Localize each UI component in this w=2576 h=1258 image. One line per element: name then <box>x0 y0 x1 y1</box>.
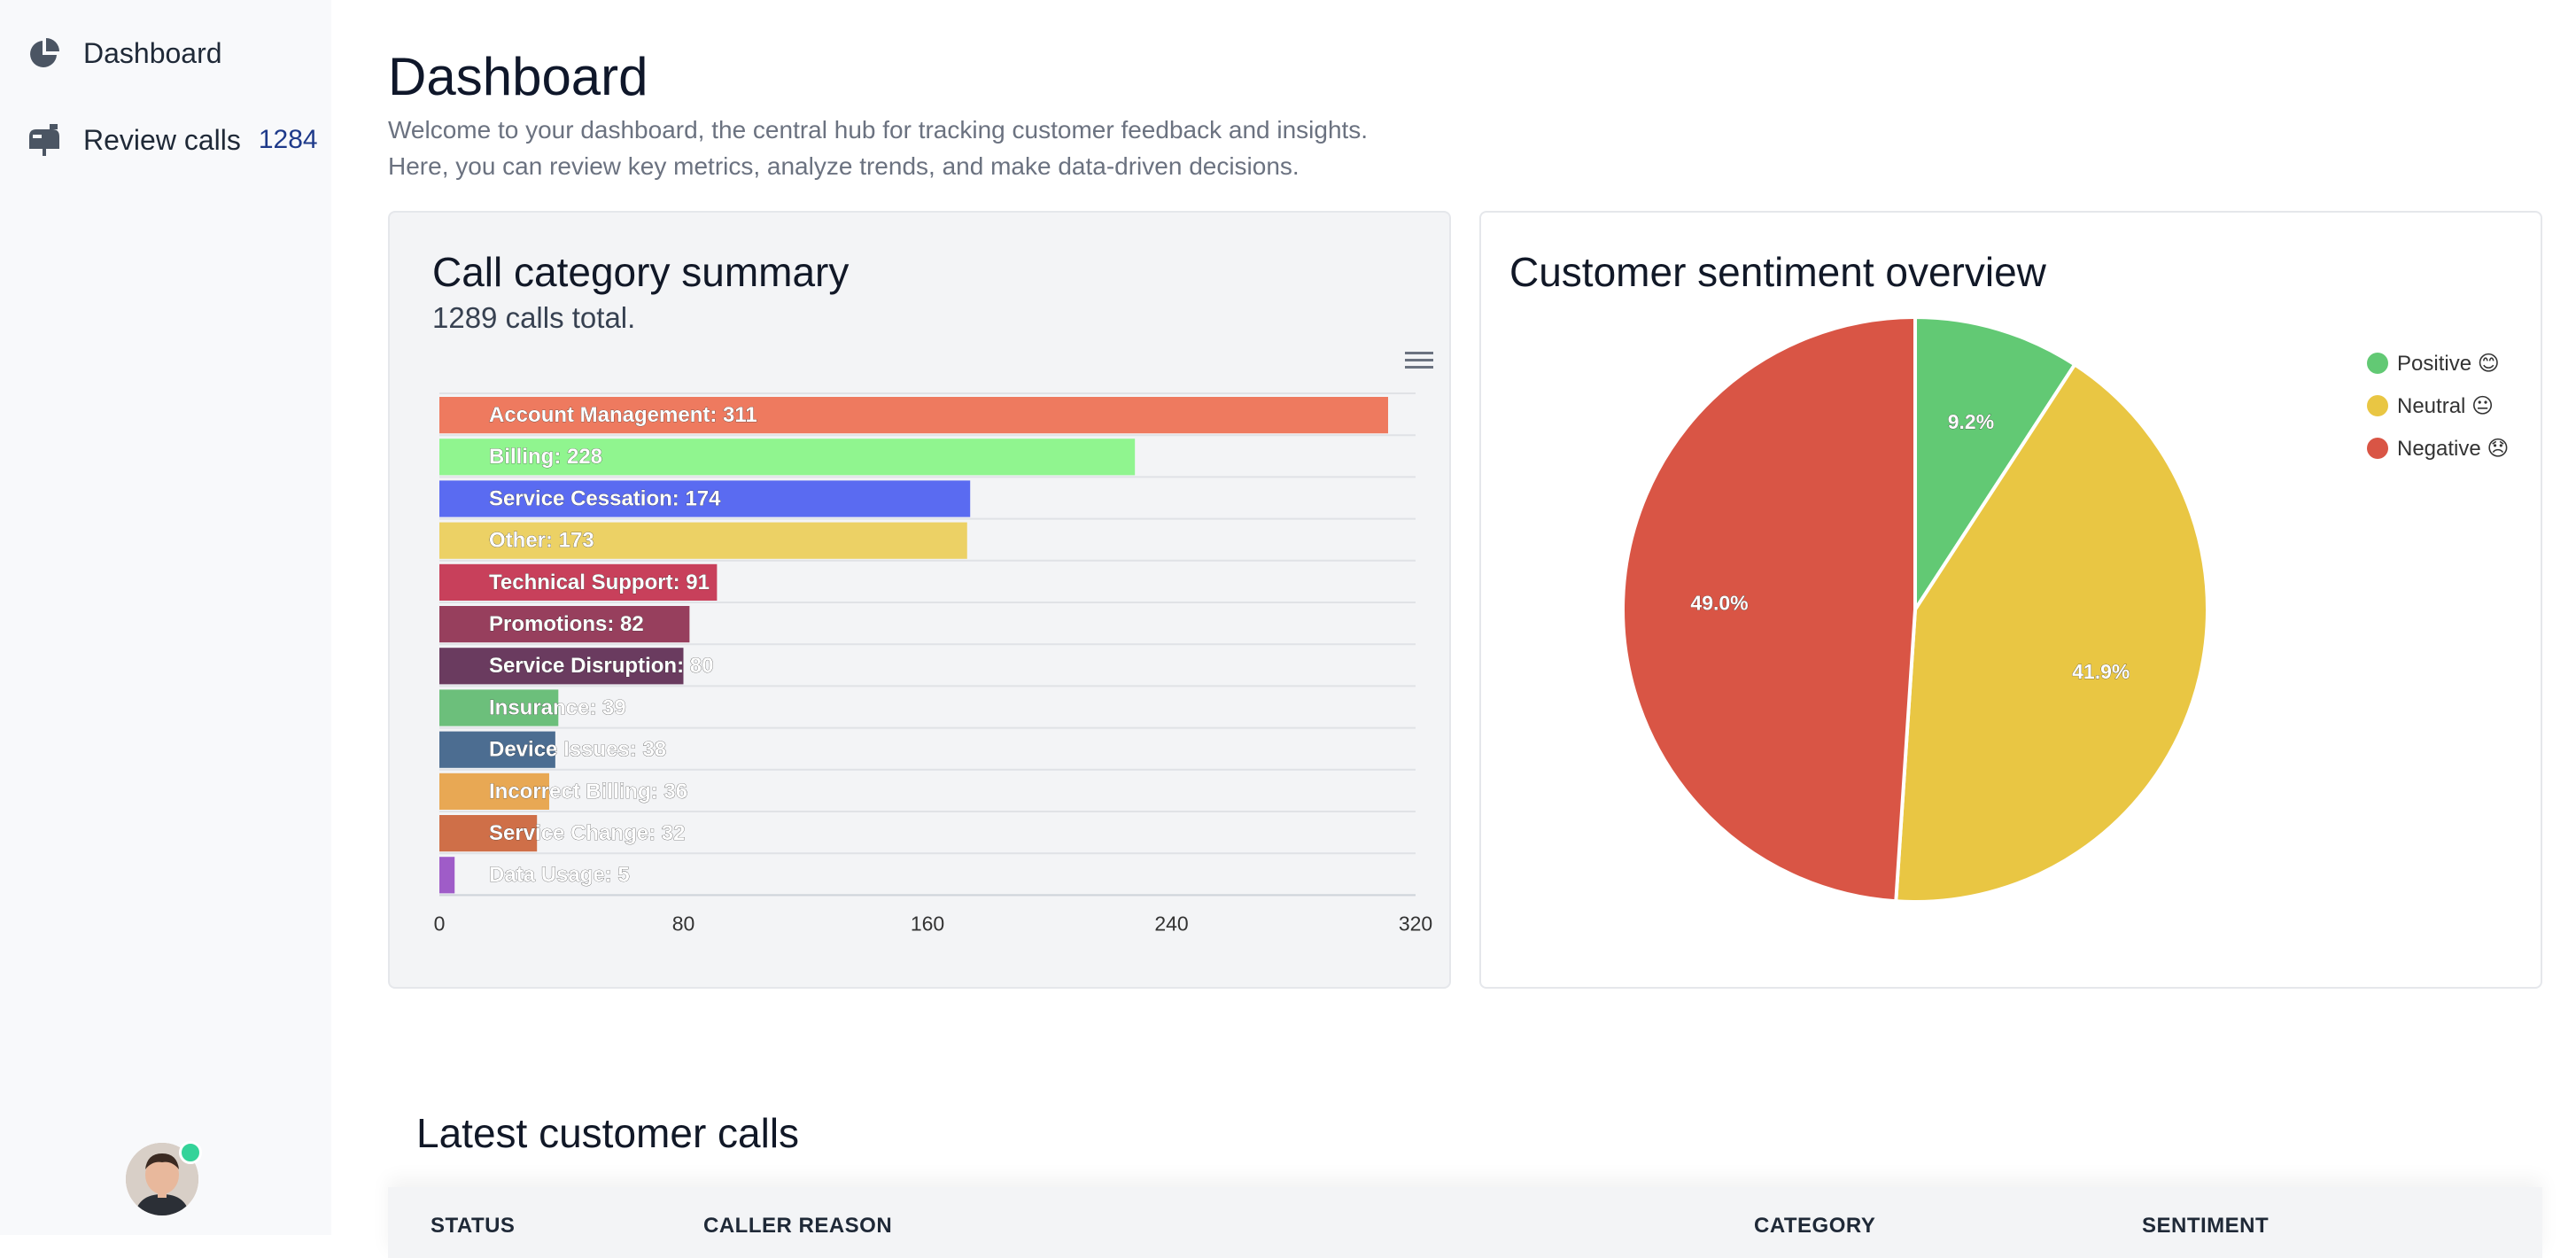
x-tick-label: 0 <box>434 912 446 935</box>
bar-data-label: Incorrect Billing: 36 <box>489 780 687 804</box>
bar[interactable] <box>439 857 455 894</box>
legend-marker[interactable] <box>2367 353 2388 374</box>
bar-data-label: Billing: 228 <box>489 445 602 469</box>
page-description: Welcome to your dashboard, the central h… <box>388 112 1717 184</box>
sidebar-item-label: Dashboard <box>83 36 222 69</box>
legend-label[interactable]: Positive 😊 <box>2397 352 2500 376</box>
calls-table-header: STATUS CALLER REASON CATEGORY SENTIMENT <box>388 1187 2542 1258</box>
category-bar-chart: Account Management: 311 Billing: 228 Servi… <box>434 392 1432 935</box>
bar-data-label: Service Change: 32 <box>489 821 685 845</box>
bar-data-label: Data Usage: 5 <box>489 863 630 887</box>
legend-label[interactable]: Negative 😞 <box>2397 437 2509 461</box>
sidebar-item-label: Review calls <box>83 123 241 156</box>
sidebar: Dashboard Review calls 1284 <box>0 0 331 1235</box>
call-category-card: Call category summary 1289 calls total. … <box>388 211 1451 989</box>
bar-data-label: Promotions: 82 <box>489 612 644 636</box>
sentiment-card: Customer sentiment overview 9.2% 41.9% 49.… <box>1479 211 2542 989</box>
description-line: Here, you can review key metrics, analyz… <box>388 152 1300 180</box>
online-status-dot <box>179 1141 202 1164</box>
mailbox-icon <box>25 120 64 159</box>
pie-chart-icon <box>25 34 64 73</box>
page-title: Dashboard <box>388 47 648 106</box>
pie-slice[interactable] <box>1621 314 1917 904</box>
bar-data-label: Account Management: 311 <box>489 403 757 427</box>
bar-data-label: Insurance: 39 <box>489 695 626 719</box>
bar-data-label: Device Issues: 38 <box>489 738 666 762</box>
legend-marker[interactable] <box>2367 438 2388 459</box>
x-tick-label: 80 <box>672 912 695 935</box>
bar-data-label: Service Disruption: 80 <box>489 654 713 678</box>
x-tick-label: 320 <box>1399 912 1432 935</box>
x-tick-label: 240 <box>1154 912 1188 935</box>
pie-slice-label: 41.9% <box>2072 660 2130 683</box>
pie-slice-label: 49.0% <box>1690 592 1748 615</box>
legend-label[interactable]: Neutral 😐 <box>2397 394 2494 418</box>
bar-data-label: Technical Support: 91 <box>489 571 710 594</box>
bar-data-label: Service Cessation: 174 <box>489 486 721 510</box>
sidebar-item-dashboard[interactable]: Dashboard <box>25 34 222 73</box>
pie-slice-label: 9.2% <box>1948 410 1994 433</box>
section-title: Latest customer calls <box>416 1110 800 1156</box>
x-tick-label: 160 <box>911 912 944 935</box>
review-calls-count-badge: 1284 <box>258 125 318 154</box>
sentiment-pie-chart: 9.2% 41.9% 49.0% Positive 😊 Neutral 😐 Negativ… <box>1621 314 2509 904</box>
description-line: Welcome to your dashboard, the central h… <box>388 116 1369 144</box>
legend-marker[interactable] <box>2367 395 2388 416</box>
sidebar-item-review-calls[interactable]: Review calls 1284 <box>25 120 318 159</box>
user-avatar[interactable] <box>126 1141 202 1215</box>
bar-data-label: Other: 173 <box>489 529 594 553</box>
